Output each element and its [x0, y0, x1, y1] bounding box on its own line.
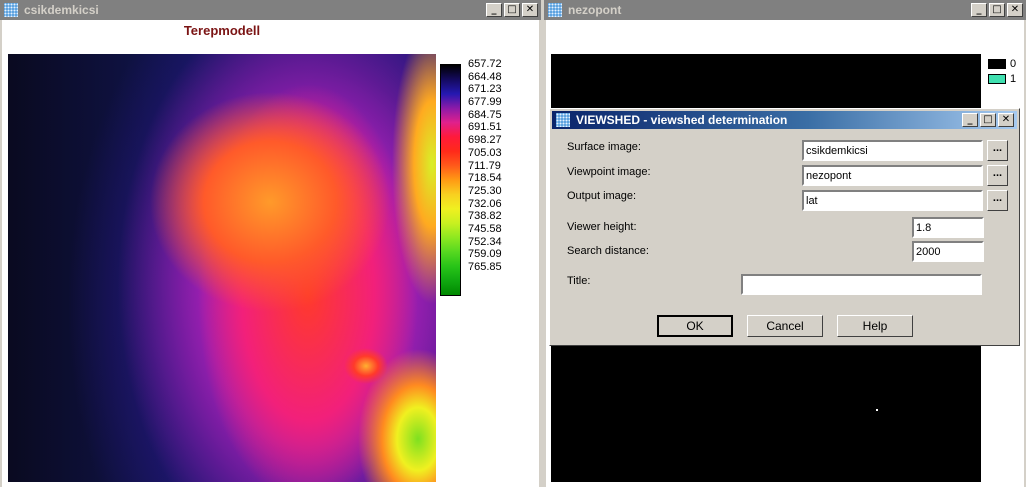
title-label: Title:	[567, 275, 591, 287]
ok-button[interactable]: OK	[657, 315, 733, 337]
close-button[interactable]: ✕	[522, 3, 538, 17]
map-canvas: Terepmodell 657.72 664.48 671.23 677.99 684.…	[2, 20, 539, 487]
minimize-button[interactable]: _	[486, 3, 502, 17]
cancel-button[interactable]: Cancel	[747, 315, 823, 337]
close-button[interactable]: ✕	[998, 113, 1014, 127]
titlebar[interactable]: csikdemkicsi _ □ ✕	[0, 0, 541, 20]
colorbar-labels: 657.72 664.48 671.23 677.99 684.75 691.51 698.…	[468, 58, 538, 274]
colorbar-label: 745.58	[468, 222, 502, 235]
app-icon	[548, 3, 562, 17]
app-icon	[4, 3, 18, 17]
output-image-input[interactable]	[802, 190, 983, 211]
colorbar-label: 765.85	[468, 261, 502, 273]
colorbar-label: 691.51	[468, 121, 502, 134]
colorbar-label: 718.54	[468, 172, 502, 185]
surface-image-input[interactable]	[802, 140, 983, 161]
surface-browse-button[interactable]: ...	[987, 140, 1008, 161]
minimize-button[interactable]: _	[971, 3, 987, 17]
viewpoint-image-input[interactable]	[802, 165, 983, 186]
colorbar	[440, 64, 461, 296]
colorbar-label: 677.99	[468, 96, 502, 109]
maximize-button[interactable]: □	[504, 3, 520, 17]
colorbar-label: 671.23	[468, 83, 502, 96]
colorbar-label: 738.82	[468, 210, 502, 223]
legend-swatch	[988, 59, 1006, 69]
legend-swatch	[988, 74, 1006, 84]
window-csikdemkicsi: csikdemkicsi _ □ ✕ Terepmodell 657.72 664…	[0, 0, 541, 487]
dialog-title: VIEWSHED - viewshed determination	[576, 113, 788, 127]
colorbar-label: 752.34	[468, 235, 502, 248]
app-icon	[556, 113, 570, 127]
colorbar-label: 711.79	[468, 159, 501, 172]
maximize-button[interactable]: □	[989, 3, 1005, 17]
viewshed-dialog: VIEWSHED - viewshed determination _ □ ✕ …	[549, 108, 1020, 346]
maximize-button[interactable]: □	[980, 113, 996, 127]
plot-title: Terepmodell	[183, 23, 261, 38]
window-title: csikdemkicsi	[24, 3, 99, 17]
minimize-button[interactable]: _	[962, 113, 978, 127]
colorbar-label: 705.03	[468, 146, 502, 159]
dialog-titlebar[interactable]: VIEWSHED - viewshed determination _ □ ✕	[552, 111, 1017, 129]
viewpoint-image-label: Viewpoint image:	[567, 166, 651, 178]
legend-item-1: 1	[988, 73, 1016, 85]
viewpoint-browse-button[interactable]: ...	[987, 165, 1008, 186]
colorbar-label: 725.30	[468, 184, 502, 197]
close-button[interactable]: ✕	[1007, 3, 1023, 17]
colorbar-label: 684.75	[468, 108, 502, 121]
colorbar-label: 732.06	[468, 197, 502, 210]
output-browse-button[interactable]: ...	[987, 190, 1008, 211]
viewer-height-label: Viewer height:	[567, 221, 637, 233]
colorbar-label: 759.09	[468, 248, 502, 261]
colorbar-label: 657.72	[468, 58, 502, 70]
terrain-raster	[8, 54, 436, 482]
window-title: nezopont	[568, 3, 622, 17]
viewpoint-marker	[876, 409, 878, 411]
colorbar-label: 698.27	[468, 134, 502, 147]
legend-item-0: 0	[988, 58, 1016, 70]
viewer-height-input[interactable]	[912, 217, 984, 238]
search-distance-input[interactable]	[912, 241, 984, 262]
search-distance-label: Search distance:	[567, 245, 649, 257]
output-image-label: Output image:	[567, 190, 637, 202]
colorbar-label: 664.48	[468, 70, 502, 83]
help-button[interactable]: Help	[837, 315, 913, 337]
titlebar[interactable]: nezopont _ □ ✕	[544, 0, 1026, 20]
surface-image-label: Surface image:	[567, 141, 641, 153]
legend-label: 0	[1010, 58, 1017, 70]
legend-label: 1	[1010, 73, 1017, 85]
title-input[interactable]	[741, 274, 982, 295]
